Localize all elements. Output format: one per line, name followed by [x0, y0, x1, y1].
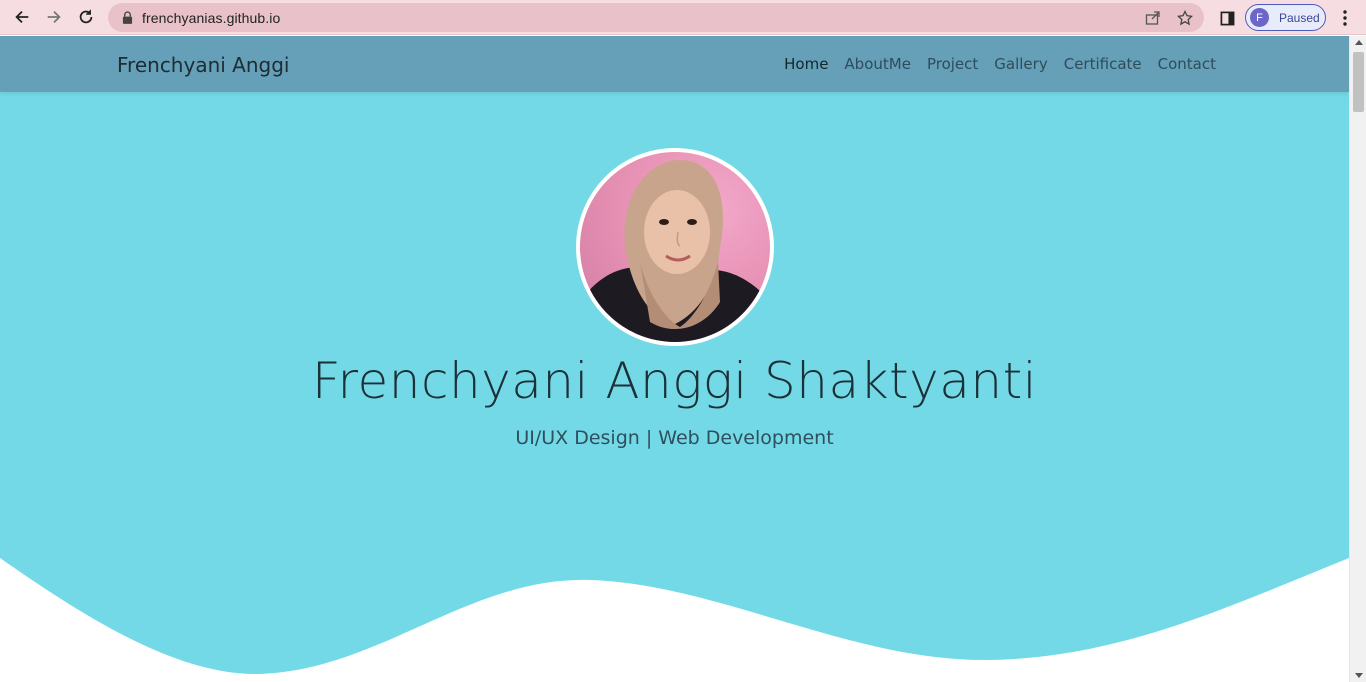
navbar-brand[interactable]: Frenchyani Anggi	[117, 53, 289, 77]
lock-icon	[122, 11, 134, 25]
profile-photo-frame	[576, 148, 774, 346]
nav-item-certificate[interactable]: Certificate	[1056, 55, 1150, 73]
nav-item-home[interactable]: Home	[776, 55, 836, 73]
share-icon[interactable]	[1142, 7, 1164, 29]
profile-button[interactable]: F Paused	[1245, 4, 1326, 31]
forward-icon	[47, 10, 61, 24]
nav-item-aboutme[interactable]: AboutMe	[836, 55, 919, 73]
side-panel-icon[interactable]	[1216, 7, 1238, 29]
scroll-down-icon[interactable]	[1355, 673, 1363, 678]
scroll-up-icon[interactable]	[1355, 40, 1363, 45]
hero-subtitle: UI/UX Design | Web Development	[515, 427, 834, 449]
nav-menu: Home AboutMe Project Gallery Certificate…	[776, 55, 1224, 73]
star-icon[interactable]	[1174, 7, 1196, 29]
page-viewport: Frenchyani Anggi Home AboutMe Project Ga…	[0, 36, 1349, 682]
vertical-scrollbar[interactable]	[1349, 36, 1366, 682]
address-bar[interactable]: frenchyanias.github.io	[108, 3, 1204, 32]
nav-item-contact[interactable]: Contact	[1150, 55, 1224, 73]
site-navbar: Frenchyani Anggi Home AboutMe Project Ga…	[0, 36, 1349, 92]
profile-photo	[580, 152, 770, 342]
back-icon	[15, 10, 29, 24]
browser-toolbar: frenchyanias.github.io F Paused	[0, 0, 1366, 35]
reload-button[interactable]	[73, 4, 99, 30]
url-text: frenchyanias.github.io	[142, 9, 281, 26]
nav-item-gallery[interactable]: Gallery	[986, 55, 1055, 73]
back-button[interactable]	[9, 4, 35, 30]
forward-button[interactable]	[41, 4, 67, 30]
menu-kebab-icon[interactable]	[1336, 8, 1354, 28]
scroll-thumb[interactable]	[1353, 52, 1364, 112]
profile-status: Paused	[1279, 10, 1320, 25]
hero-title: Frenchyani Anggi Shaktyanti	[311, 352, 1038, 410]
avatar: F	[1250, 8, 1269, 27]
nav-item-project[interactable]: Project	[919, 55, 986, 73]
reload-icon	[79, 9, 93, 24]
